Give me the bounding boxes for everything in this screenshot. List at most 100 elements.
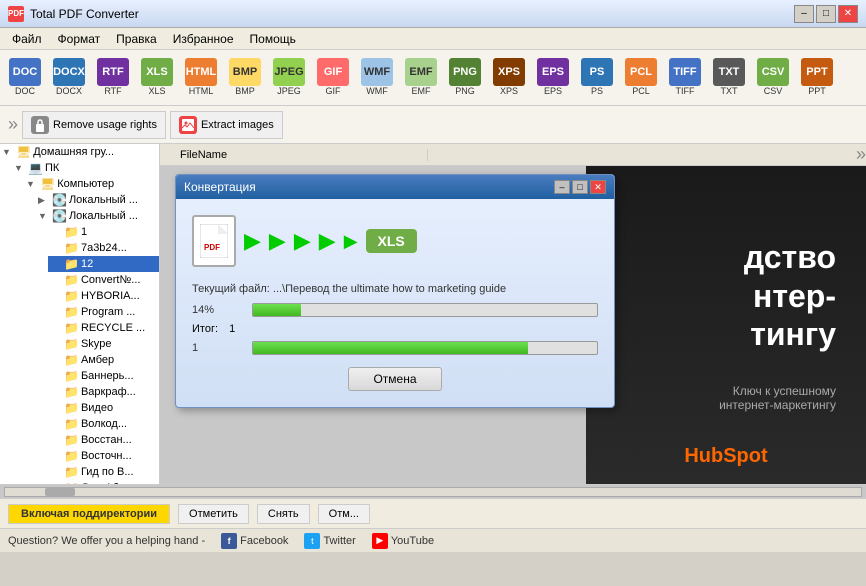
drive-icon: 💽 xyxy=(52,209,67,223)
format-xls-button[interactable]: XLSXLS xyxy=(136,52,178,102)
format-png-button[interactable]: PNGPNG xyxy=(444,52,486,102)
facebook-link[interactable]: f Facebook xyxy=(221,533,288,549)
tree-item-folder-program[interactable]: 📁Program ... xyxy=(48,304,159,320)
minimize-button[interactable]: – xyxy=(794,5,814,23)
format-jpeg-button[interactable]: JPEGJPEG xyxy=(268,52,310,102)
menu-help[interactable]: Помощь xyxy=(242,30,304,48)
doc-icon: DOC xyxy=(9,58,41,86)
format-pcl-button[interactable]: PCLPCL xyxy=(620,52,662,102)
menu-file[interactable]: Файл xyxy=(4,30,50,48)
image-svg xyxy=(182,119,194,131)
format-html-button[interactable]: HTMLHTML xyxy=(180,52,222,102)
tree-item-folder-amber[interactable]: 📁Амбер xyxy=(48,352,159,368)
menu-edit[interactable]: Правка xyxy=(108,30,165,48)
status-bar: Question? We offer you a helping hand - … xyxy=(0,528,866,552)
tree-item-folder-guide[interactable]: 📁Гид по В... xyxy=(48,464,159,480)
youtube-link[interactable]: ▶ YouTube xyxy=(372,533,434,549)
extract-images-button[interactable]: Extract images xyxy=(170,111,283,139)
tree-label: HYBORIA... xyxy=(81,290,140,302)
remove-rights-button[interactable]: Remove usage rights xyxy=(22,111,166,139)
toolbar2-expand[interactable]: » xyxy=(8,114,18,135)
tree-pc-group: ▼ 💻 ПК ▼ 🖥 Компьютер ▶ 💽 Локальный xyxy=(12,160,159,484)
csv-icon: CSV xyxy=(757,58,789,86)
close-button[interactable]: ✕ xyxy=(838,5,858,23)
folder-icon: 📁 xyxy=(64,241,79,255)
tree-item-folder-volkod[interactable]: 📁Волкод... xyxy=(48,416,159,432)
tree-item-local-c[interactable]: ▶ 💽 Локальный ... xyxy=(36,192,159,208)
tree-item-folder-restore[interactable]: 📁Восстан... xyxy=(48,432,159,448)
extract-images-label: Extract images xyxy=(201,119,274,131)
tree-item-folder-1[interactable]: 📁1 xyxy=(48,224,159,240)
format-eps-button[interactable]: EPSEPS xyxy=(532,52,574,102)
folder-icon: 📁 xyxy=(64,385,79,399)
menu-format[interactable]: Формат xyxy=(50,30,109,48)
format-bmp-button[interactable]: BMPBMP xyxy=(224,52,266,102)
tree-item-pc[interactable]: ▼ 💻 ПК xyxy=(12,160,159,176)
eps-icon: EPS xyxy=(537,58,569,86)
bmp-icon: BMP xyxy=(229,58,261,86)
twitter-link[interactable]: t Twitter xyxy=(304,533,355,549)
format-ps-button[interactable]: PSPS xyxy=(576,52,618,102)
folder-icon: 📁 xyxy=(64,273,79,287)
tree-item-local-d[interactable]: ▼ 💽 Локальный ... xyxy=(36,208,159,224)
tree-item-folder-recycle[interactable]: 📁RECYCLE ... xyxy=(48,320,159,336)
tree-item-folder-hyboria[interactable]: 📁HYBORIA... xyxy=(48,288,159,304)
cancel-button[interactable]: Отмена xyxy=(348,367,441,391)
tree-item-folder-banner[interactable]: 📁Баннерь... xyxy=(48,368,159,384)
dialog-maximize[interactable]: □ xyxy=(572,180,588,194)
tree-label: Баннерь... xyxy=(81,370,134,382)
tree-item-folder-joe[interactable]: 📁Джо Абе... xyxy=(48,480,159,484)
tree-item-folder-convert[interactable]: 📁Convert№... xyxy=(48,272,159,288)
format-docx-button[interactable]: DOCXDOCX xyxy=(48,52,90,102)
emf-icon: EMF xyxy=(405,58,437,86)
format-doc-button[interactable]: DOCDOC xyxy=(4,52,46,102)
format-csv-button[interactable]: CSVCSV xyxy=(752,52,794,102)
app-window: PDF Total PDF Converter – □ ✕ Файл Форма… xyxy=(0,0,866,586)
tools-toolbar: » Remove usage rights Extract images xyxy=(0,106,866,144)
other-button[interactable]: Отм... xyxy=(318,504,370,524)
horizontal-scrollbar[interactable] xyxy=(4,487,862,497)
pcl-icon: PCL xyxy=(625,58,657,86)
progress-bar-2 xyxy=(253,342,528,354)
format-emf-button[interactable]: EMFEMF xyxy=(400,52,442,102)
tree-item-folder-east[interactable]: 📁Восточн... xyxy=(48,448,159,464)
remove-rights-label: Remove usage rights xyxy=(53,119,157,131)
dialog-close[interactable]: ✕ xyxy=(590,180,606,194)
format-tiff-button[interactable]: TIFFTIFF xyxy=(664,52,706,102)
filelist-expand[interactable]: » xyxy=(856,144,866,165)
scrollbar-thumb[interactable] xyxy=(45,488,75,496)
include-subdirs-button[interactable]: Включая поддиректории xyxy=(8,504,170,524)
format-gif-button[interactable]: GIFGIF xyxy=(312,52,354,102)
tree-item-folder-12[interactable]: 📁12 xyxy=(48,256,159,272)
expand-arrow: ▼ xyxy=(26,179,38,189)
tree-label: 12 xyxy=(81,258,93,270)
play-button-5[interactable]: ▶ xyxy=(344,231,358,252)
format-txt-button[interactable]: TXTTXT xyxy=(708,52,750,102)
folder-icon: 📁 xyxy=(64,321,79,335)
tree-item-home[interactable]: ▼ 🖥 Домашняя гру... xyxy=(0,144,159,160)
dialog-minimize[interactable]: – xyxy=(554,180,570,194)
bottom-toolbar: Включая поддиректории Отметить Снять Отм… xyxy=(0,498,866,528)
menu-favorites[interactable]: Избранное xyxy=(165,30,242,48)
play-button-1[interactable]: ▶ xyxy=(244,228,261,254)
format-ppt-button[interactable]: PPTPPT xyxy=(796,52,838,102)
format-xps-button[interactable]: XPSXPS xyxy=(488,52,530,102)
format-wmf-button[interactable]: WMFWMF xyxy=(356,52,398,102)
maximize-button[interactable]: □ xyxy=(816,5,836,23)
unmark-button[interactable]: Снять xyxy=(257,504,310,524)
ps-icon: PS xyxy=(581,58,613,86)
tree-label: Skype xyxy=(81,338,112,350)
tree-item-folder-warcraf[interactable]: 📁Варкраф... xyxy=(48,384,159,400)
itog-label: Итог: xyxy=(192,323,218,335)
play-button-4[interactable]: ▶ xyxy=(319,228,336,254)
mark-button[interactable]: Отметить xyxy=(178,504,249,524)
tree-item-folder-skype[interactable]: 📁Skype xyxy=(48,336,159,352)
tree-item-computer[interactable]: ▼ 🖥 Компьютер xyxy=(24,176,159,192)
png-icon: PNG xyxy=(449,58,481,86)
format-rtf-button[interactable]: RTFRTF xyxy=(92,52,134,102)
tree-item-folder-7a[interactable]: 📁7a3b24... xyxy=(48,240,159,256)
play-button-3[interactable]: ▶ xyxy=(294,228,311,254)
tree-item-folder-video[interactable]: 📁Видео xyxy=(48,400,159,416)
play-button-2[interactable]: ▶ xyxy=(269,228,286,254)
doc-title: дствонтер-тингу xyxy=(616,238,836,353)
